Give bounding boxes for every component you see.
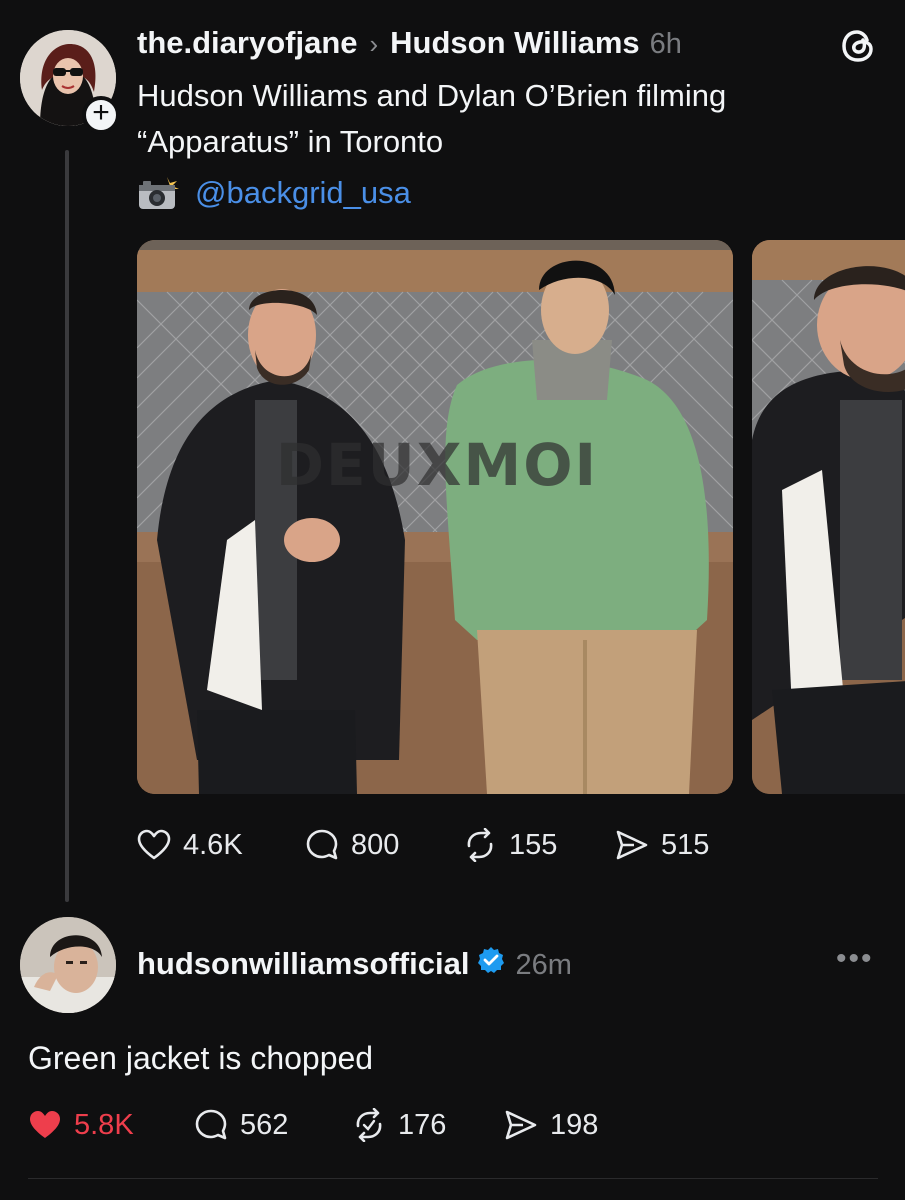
verified-icon [478, 947, 505, 973]
reply-like-button[interactable]: 5.8K [28, 1108, 194, 1142]
reply-timestamp: 26m [515, 949, 572, 981]
like-count: 4.6K [183, 828, 243, 861]
reply-author-avatar[interactable] [20, 917, 116, 1013]
reply-author-username[interactable]: hudsonwilliamsofficial [137, 946, 469, 982]
reply-share-count: 198 [550, 1108, 599, 1141]
repost-icon [467, 828, 493, 862]
post-target-username[interactable]: Hudson Williams [390, 25, 639, 61]
photo-watermark: DEUXMOI [276, 431, 598, 499]
bottom-divider [28, 1178, 878, 1179]
post-header: the.diaryofjane › Hudson Williams 6h [137, 25, 682, 61]
reply-share-button[interactable]: 198 [504, 1108, 598, 1142]
share-icon [505, 1110, 537, 1140]
reply-like-count: 5.8K [74, 1108, 134, 1141]
heart-filled-icon [30, 1111, 60, 1138]
comment-icon [195, 1109, 227, 1140]
reply-count: 800 [351, 828, 400, 861]
share-count: 515 [661, 828, 710, 861]
post-text-line-1: Hudson Williams and Dylan O’Brien filmin… [137, 78, 727, 113]
repost-icon [356, 1108, 382, 1142]
reply-text: Green jacket is chopped [28, 1040, 374, 1076]
post-photo-2[interactable] [752, 240, 905, 794]
reply-header: hudsonwilliamsofficial 26m [137, 946, 572, 982]
post-timestamp: 6h [649, 28, 682, 60]
repost-button[interactable]: 155 [463, 828, 615, 862]
reply-button[interactable]: 800 [305, 828, 463, 862]
share-icon [616, 830, 648, 860]
share-button[interactable]: 515 [615, 828, 709, 862]
chevron-right-icon: › [369, 29, 379, 59]
reply-repost-count: 176 [398, 1108, 447, 1141]
camera-flash-icon [139, 177, 179, 209]
threads-logo-icon[interactable] [838, 26, 878, 66]
post-text: Hudson Williams and Dylan O’Brien filmin… [137, 73, 837, 165]
post-photo-1[interactable]: DEUXMOI [137, 240, 733, 794]
reply-reply-button[interactable]: 562 [194, 1108, 352, 1142]
thread-connector-line [65, 150, 69, 902]
post-text-line-2: “Apparatus” in Toronto [137, 124, 444, 159]
heart-icon [137, 829, 171, 860]
reply-actions: 5.8K 562 176 198 [28, 1108, 598, 1142]
credit-handle-link[interactable]: @backgrid_usa [195, 175, 411, 211]
post-actions: 4.6K 800 155 515 [137, 828, 709, 862]
reply-repost-button[interactable]: 176 [352, 1108, 504, 1142]
photo-credit: @backgrid_usa [137, 175, 411, 211]
post-author-username[interactable]: the.diaryofjane [137, 25, 358, 61]
follow-plus-icon[interactable]: + [82, 96, 120, 134]
like-button[interactable]: 4.6K [137, 828, 305, 862]
more-icon[interactable]: ••• [836, 942, 874, 976]
comment-icon [306, 829, 338, 860]
reply-reply-count: 562 [240, 1108, 289, 1141]
repost-count: 155 [509, 828, 558, 861]
